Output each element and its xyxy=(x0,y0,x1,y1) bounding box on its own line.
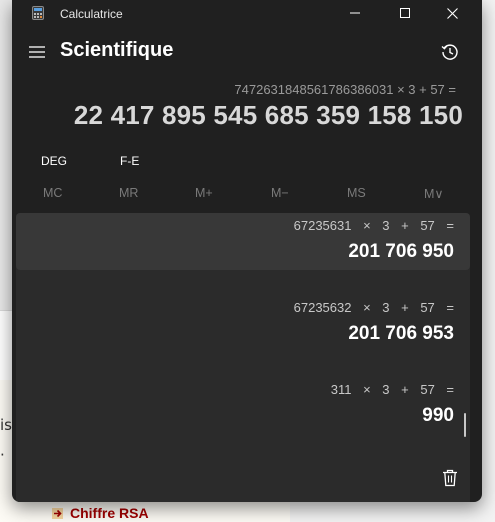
minimize-button[interactable] xyxy=(332,0,378,26)
history-item[interactable]: 67235631 × 3 + 57 = 201 706 950 xyxy=(16,213,470,270)
background-text-fragment: · xyxy=(0,446,5,464)
history-result: 201 706 950 xyxy=(348,241,454,262)
link-label[interactable]: Chiffre RSA xyxy=(70,505,149,521)
mode-title: Scientifique xyxy=(60,39,174,61)
history-panel: 67235631 × 3 + 57 = 201 706 950 67235632… xyxy=(16,213,470,502)
memory-list-button[interactable]: M∨ xyxy=(424,186,444,201)
memory-recall-button[interactable]: MR xyxy=(119,186,138,200)
history-item[interactable]: 67235632 × 3 + 57 = 201 706 953 xyxy=(16,295,470,352)
memory-add-button[interactable]: M+ xyxy=(195,186,213,200)
maximize-icon xyxy=(400,8,410,18)
history-scrollbar[interactable] xyxy=(464,413,466,437)
background-window-left xyxy=(0,0,12,310)
arrow-right-icon xyxy=(52,507,63,519)
calculator-icon xyxy=(32,6,44,20)
result-display: 22 417 895 545 685 359 158 150 xyxy=(73,100,463,130)
history-item[interactable]: 311 × 3 + 57 = 990 xyxy=(16,377,470,434)
fe-button[interactable]: F-E xyxy=(120,154,139,168)
history-result: 990 xyxy=(422,405,454,426)
close-button[interactable] xyxy=(429,0,475,26)
angle-mode-button[interactable]: DEG xyxy=(41,154,67,168)
expression-display: 7472631848561786386031 × 3 + 57 = xyxy=(234,82,456,97)
background-link-chiffre-rsa[interactable]: Chiffre RSA xyxy=(52,505,149,521)
app-title: Calculatrice xyxy=(60,7,123,21)
history-expression: 67235631 × 3 + 57 = xyxy=(293,218,454,233)
history-expression: 67235632 × 3 + 57 = xyxy=(293,300,454,315)
title-bar[interactable]: Calculatrice xyxy=(12,0,482,26)
history-expression: 311 × 3 + 57 = xyxy=(330,382,454,397)
memory-subtract-button[interactable]: M− xyxy=(271,186,289,200)
maximize-button[interactable] xyxy=(382,0,428,26)
memory-store-button[interactable]: MS xyxy=(347,186,366,200)
close-icon xyxy=(446,7,458,19)
memory-clear-button[interactable]: MC xyxy=(43,186,62,200)
history-icon[interactable] xyxy=(440,42,460,62)
memory-row: MC MR M+ M− MS M∨ xyxy=(12,186,482,204)
history-result: 201 706 953 xyxy=(348,323,454,344)
trash-icon[interactable] xyxy=(442,469,458,487)
minimize-icon xyxy=(350,12,360,14)
hamburger-icon[interactable] xyxy=(28,44,46,60)
background-panel xyxy=(0,310,12,382)
calculator-window: Calculatrice Scientifique 74726318485617… xyxy=(12,0,482,502)
